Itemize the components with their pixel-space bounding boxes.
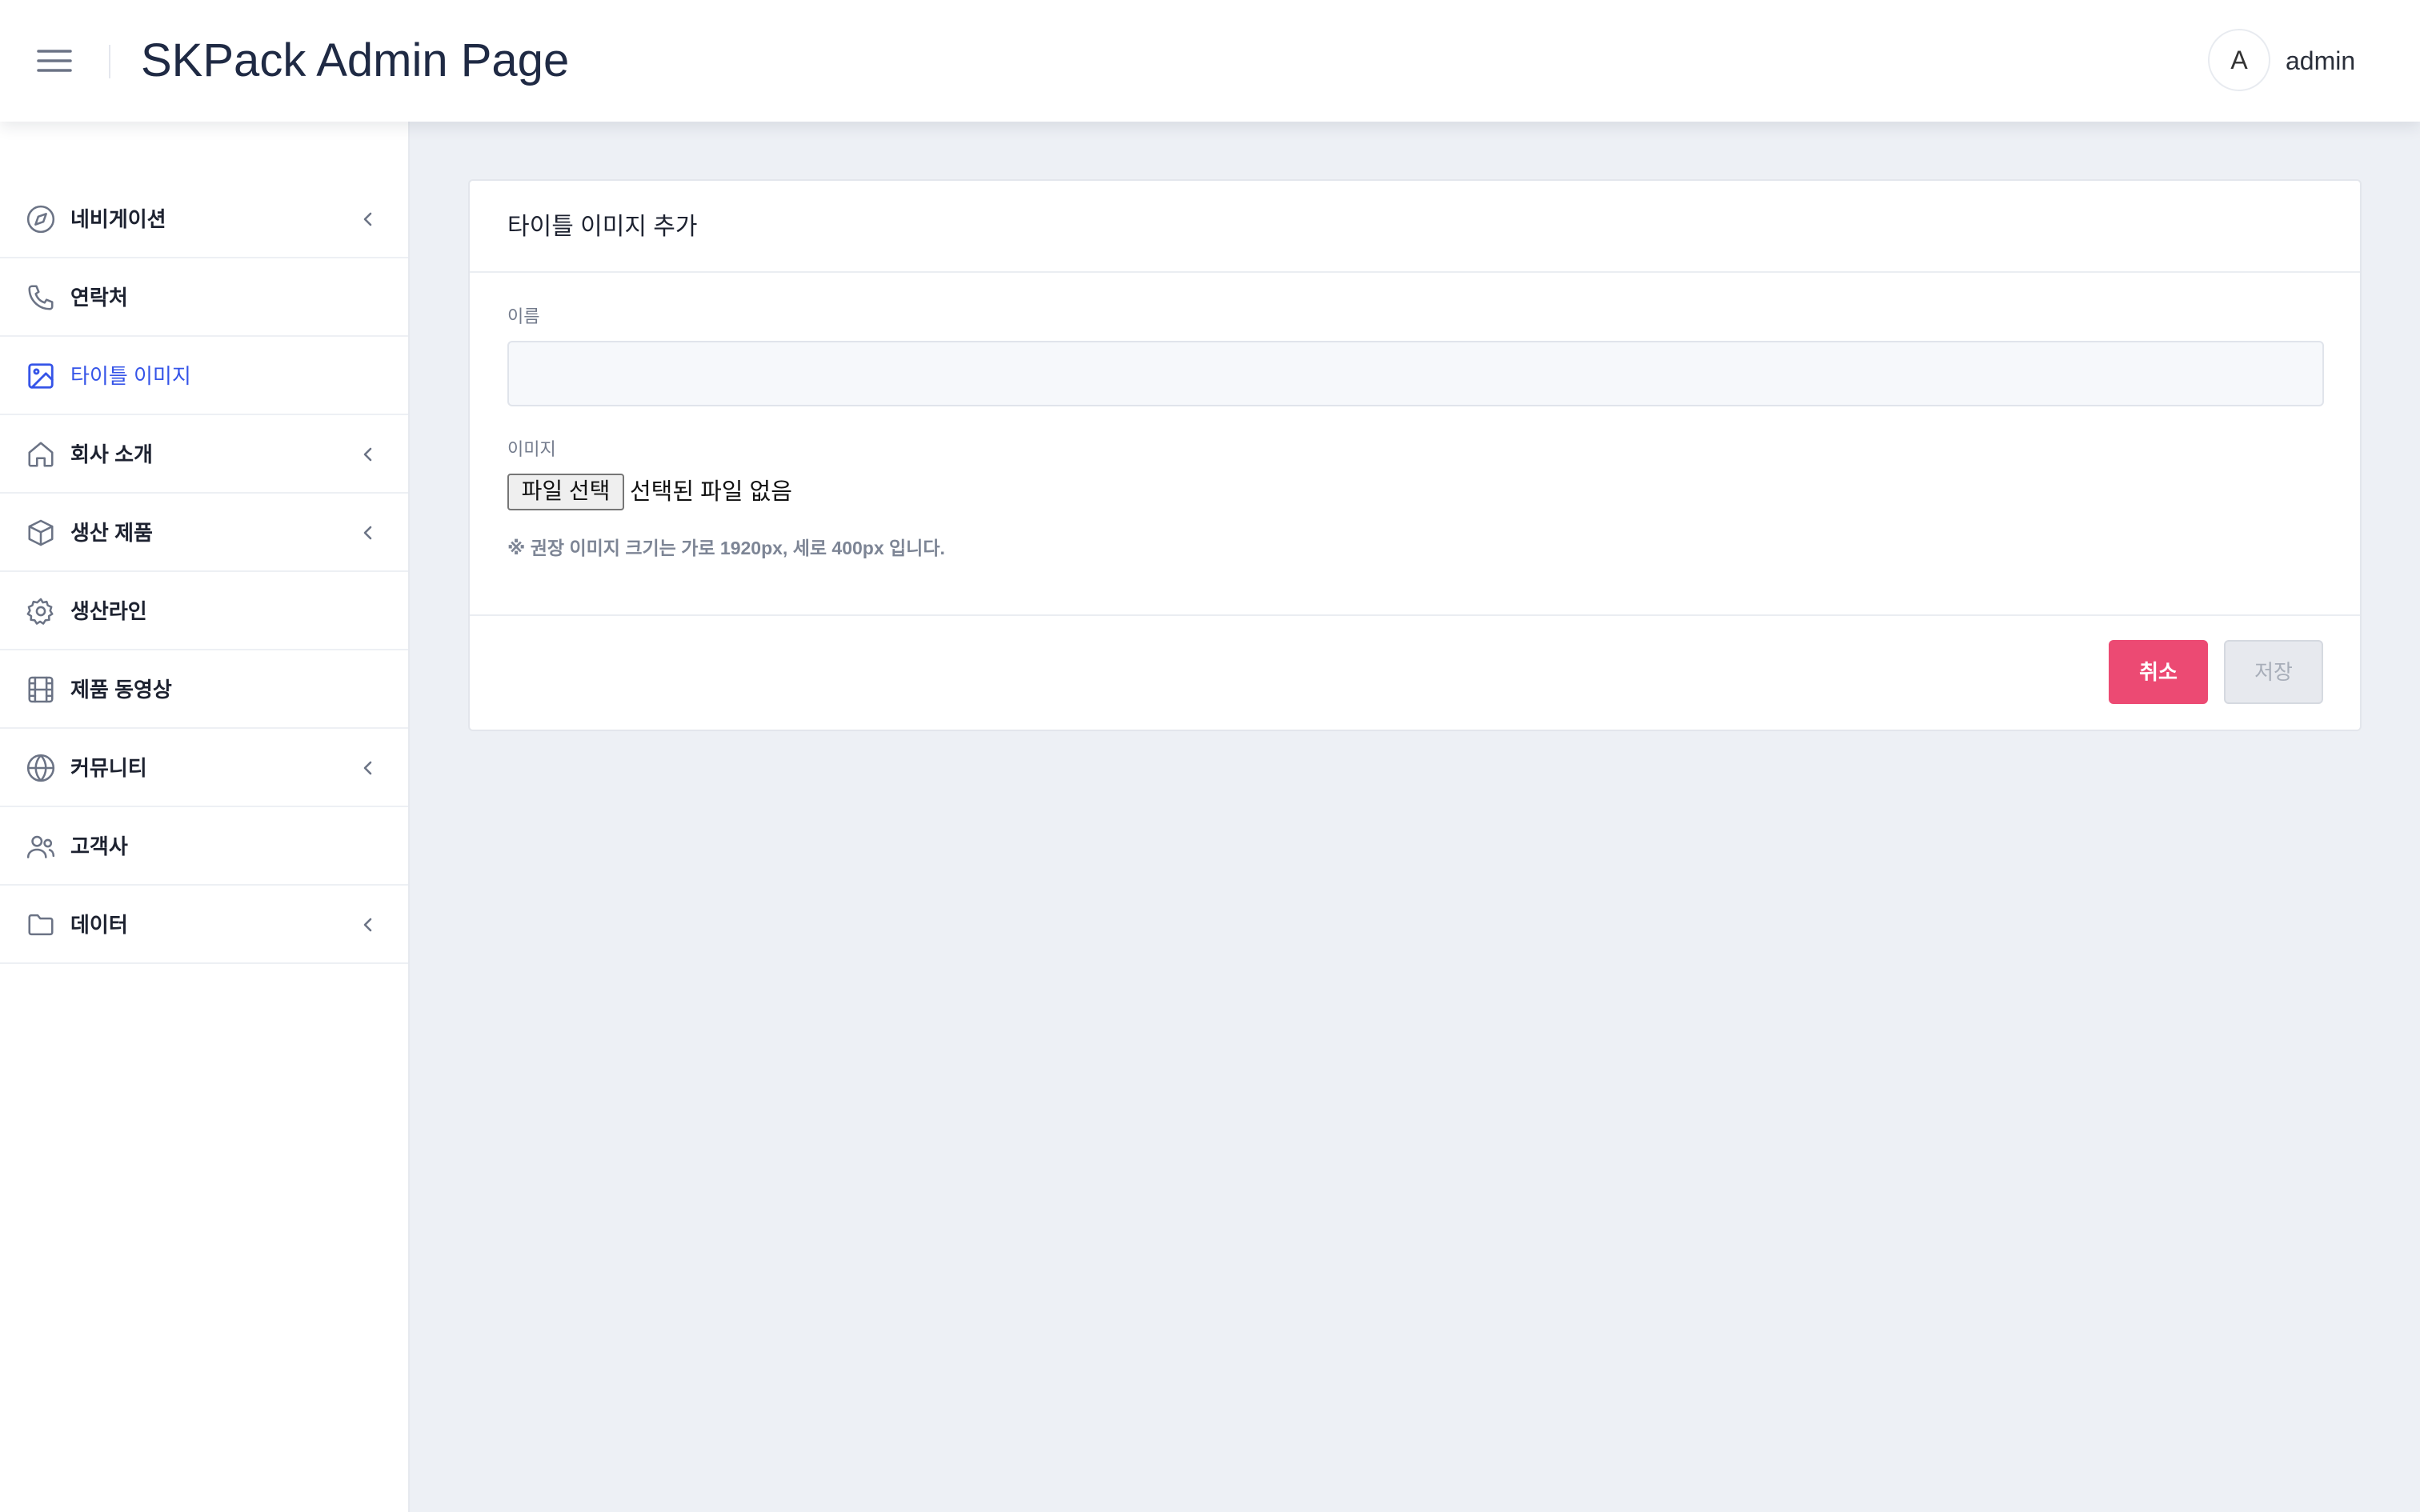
folder-icon <box>26 910 56 940</box>
file-select-button[interactable]: 파일 선택 <box>507 474 624 510</box>
sidebar-item-title-image[interactable]: 타이틀 이미지 <box>0 337 408 415</box>
sidebar-item-label: 연락처 <box>70 286 128 310</box>
sidebar-item-contact[interactable]: 연락처 <box>0 258 408 337</box>
chevron-left-icon <box>357 207 378 231</box>
sidebar-item-label: 제품 동영상 <box>70 678 172 702</box>
app-title: SKPack Admin Page <box>141 34 570 86</box>
home-icon <box>26 439 56 470</box>
sidebar-item-label: 네비게이션 <box>70 207 166 231</box>
image-size-hint: ※ 권장 이미지 크기는 가로 1920px, 세로 400px 입니다. <box>507 538 945 558</box>
avatar[interactable]: A <box>2208 29 2270 91</box>
image-label: 이미지 <box>507 439 556 459</box>
name-label: 이름 <box>507 306 540 326</box>
film-icon <box>26 674 56 705</box>
sidebar-item-clients[interactable]: 고객사 <box>0 807 408 886</box>
sidebar-item-label: 타이틀 이미지 <box>70 364 191 388</box>
card-header: 타이틀 이미지 추가 <box>470 181 2360 273</box>
image-icon <box>26 361 56 391</box>
sidebar-item-data[interactable]: 데이터 <box>0 886 408 964</box>
username[interactable]: admin <box>2286 45 2355 77</box>
chevron-left-icon <box>357 442 378 466</box>
sidebar-item-label: 고객사 <box>70 834 128 858</box>
cancel-button[interactable]: 취소 <box>2109 640 2208 704</box>
globe-icon <box>26 753 56 783</box>
chevron-left-icon <box>357 756 378 780</box>
sidebar-item-production-line[interactable]: 생산라인 <box>0 572 408 650</box>
sidebar-item-label: 생산라인 <box>70 599 147 623</box>
sidebar-item-products[interactable]: 생산 제품 <box>0 494 408 572</box>
save-button[interactable]: 저장 <box>2224 640 2323 704</box>
sidebar-item-navigation[interactable]: 네비게이션 <box>0 180 408 258</box>
sidebar-item-community[interactable]: 커뮤니티 <box>0 729 408 807</box>
file-status-text: 선택된 파일 없음 <box>630 479 792 505</box>
chevron-left-icon <box>357 521 378 545</box>
sidebar-item-company[interactable]: 회사 소개 <box>0 415 408 494</box>
header-divider <box>109 45 110 78</box>
compass-icon <box>26 204 56 234</box>
sidebar-nav: 네비게이션 연락처 타이틀 이미지 회사 소개 생산 제품 생산라인 제품 동영… <box>0 180 408 964</box>
box-icon <box>26 518 56 548</box>
sidebar: 네비게이션 연락처 타이틀 이미지 회사 소개 생산 제품 생산라인 제품 동영… <box>0 122 410 1512</box>
sidebar-item-label: 데이터 <box>70 913 128 937</box>
chevron-left-icon <box>357 913 378 937</box>
form-title: 타이틀 이미지 추가 <box>507 214 698 240</box>
sidebar-item-product-video[interactable]: 제품 동영상 <box>0 650 408 729</box>
users-icon <box>26 831 56 862</box>
top-header: SKPack Admin Page A admin <box>0 0 2420 122</box>
sidebar-item-label: 생산 제품 <box>70 521 153 545</box>
name-input[interactable] <box>507 341 2324 406</box>
title-image-form-card: 타이틀 이미지 추가 이름 이미지 파일 선택 선택된 파일 없음 ※ 권장 이… <box>468 179 2362 731</box>
card-footer: 취소 저장 <box>470 614 2360 731</box>
gear-icon <box>26 596 56 626</box>
hamburger-menu-icon[interactable] <box>35 45 74 77</box>
phone-icon <box>26 282 56 313</box>
sidebar-item-label: 회사 소개 <box>70 442 153 466</box>
sidebar-item-label: 커뮤니티 <box>70 756 147 780</box>
